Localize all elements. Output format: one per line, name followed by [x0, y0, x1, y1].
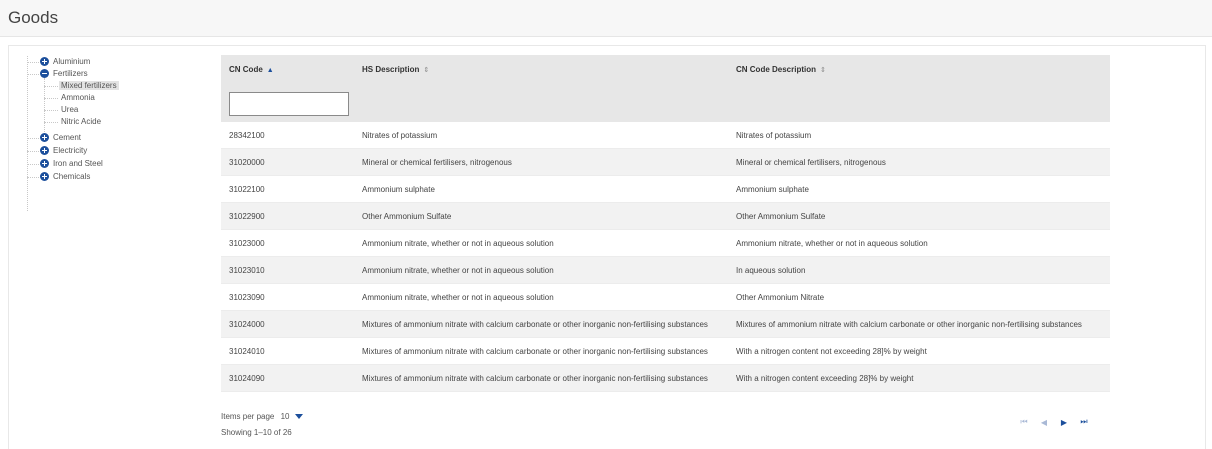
cn-code-filter-input[interactable]	[229, 92, 349, 116]
cn-code-cell: 31020000	[229, 157, 265, 167]
cn-code-description-cell: With a nitrogen content not exceeding 28…	[736, 346, 927, 356]
goods-table: CN Code ▲ HS Description ⇕ CN Code Descrip…	[221, 55, 1110, 392]
first-page-icon[interactable]: ⏮	[1014, 416, 1034, 428]
dropdown-caret-icon[interactable]	[294, 414, 303, 420]
table-header: CN Code ▲ HS Description ⇕ CN Code Descrip…	[221, 55, 1110, 122]
expand-icon[interactable]	[40, 57, 49, 66]
sort-icon[interactable]: ⇕	[820, 67, 826, 74]
cn-code-description-cell: Other Ammonium Sulfate	[736, 211, 826, 221]
cn-code-description-cell: Nitrates of potassium	[736, 130, 812, 140]
hs-description-cell: Mixtures of ammonium nitrate with calciu…	[362, 346, 708, 356]
cn-code-description-cell: Mixtures of ammonium nitrate with calciu…	[736, 319, 1082, 329]
cn-code-cell: 31024090	[229, 373, 265, 383]
table-row[interactable]: 31022900 Other Ammonium Sulfate Other Am…	[221, 203, 1110, 230]
hs-description-cell: Nitrates of potassium	[362, 130, 438, 140]
items-per-page-select[interactable]: 10	[281, 412, 290, 421]
sort-icon[interactable]: ⇕	[423, 67, 429, 74]
hs-description-cell: Mixtures of ammonium nitrate with calciu…	[362, 319, 708, 329]
column-header-hs-description[interactable]: HS Description ⇕	[362, 65, 429, 74]
table-row[interactable]: 31024010 Mixtures of ammonium nitrate wi…	[221, 338, 1110, 365]
cn-code-cell: 31023010	[229, 265, 265, 275]
next-page-icon[interactable]: ▶	[1054, 416, 1074, 428]
showing-count: Showing 1–10 of 26	[221, 428, 292, 437]
cn-code-description-cell: With a nitrogen content exceeding 28]% b…	[736, 373, 914, 383]
table-footer: Items per page 10 Showing 1–10 of 26 ⏮ ◀…	[221, 409, 1110, 444]
cn-code-cell: 28342100	[229, 130, 265, 140]
tree-subnode-label[interactable]: Nitric Acide	[61, 117, 101, 126]
cn-code-cell: 31022100	[229, 184, 265, 194]
tree-node-label[interactable]: Fertilizers	[53, 69, 88, 78]
items-per-page: Items per page 10	[221, 412, 303, 421]
cn-code-description-cell: Other Ammonium Nitrate	[736, 292, 825, 302]
cn-code-description-cell: Mineral or chemical fertilisers, nitroge…	[736, 157, 886, 167]
table-row[interactable]: 31024090 Mixtures of ammonium nitrate wi…	[221, 365, 1110, 392]
table-row[interactable]: 31022100 Ammonium sulphate Ammonium sulp…	[221, 176, 1110, 203]
cn-code-cell: 31023000	[229, 238, 265, 248]
table-row[interactable]: 31024000 Mixtures of ammonium nitrate wi…	[221, 311, 1110, 338]
cn-code-cell: 31024010	[229, 346, 265, 356]
collapse-icon[interactable]	[40, 69, 49, 78]
tree-node-label[interactable]: Cement	[53, 133, 81, 142]
tree-subnode-label[interactable]: Ammonia	[61, 93, 95, 102]
cn-code-description-cell: In aqueous solution	[736, 265, 806, 275]
tree-node-label[interactable]: Aluminium	[53, 57, 90, 66]
tree-subnode-label[interactable]: Urea	[61, 105, 78, 114]
hs-description-cell: Ammonium nitrate, whether or not in aque…	[362, 238, 554, 248]
cn-code-cell: 31023090	[229, 292, 265, 302]
column-header-cn-code-description[interactable]: CN Code Description ⇕	[736, 65, 826, 74]
table-row[interactable]: 31020000 Mineral or chemical fertilisers…	[221, 149, 1110, 176]
expand-icon[interactable]	[40, 133, 49, 142]
cn-code-description-cell: Ammonium nitrate, whether or not in aque…	[736, 238, 928, 248]
page-header: Goods	[0, 0, 1212, 37]
table-row[interactable]: 31023090 Ammonium nitrate, whether or no…	[221, 284, 1110, 311]
hs-description-cell: Ammonium nitrate, whether or not in aque…	[362, 292, 554, 302]
expand-icon[interactable]	[40, 159, 49, 168]
expand-icon[interactable]	[40, 172, 49, 181]
items-per-page-label: Items per page	[221, 412, 275, 421]
cn-code-description-cell: Ammonium sulphate	[736, 184, 809, 194]
hs-description-cell: Mixtures of ammonium nitrate with calciu…	[362, 373, 708, 383]
hs-description-cell: Ammonium sulphate	[362, 184, 435, 194]
tree-node-label[interactable]: Electricity	[53, 146, 87, 155]
table-row[interactable]: 31023000 Ammonium nitrate, whether or no…	[221, 230, 1110, 257]
pagination: ⏮ ◀ ▶ ⏭	[1014, 416, 1094, 428]
hs-description-cell: Other Ammonium Sulfate	[362, 211, 452, 221]
table-row[interactable]: 31023010 Ammonium nitrate, whether or no…	[221, 257, 1110, 284]
cn-code-cell: 31024000	[229, 319, 265, 329]
table-row[interactable]: 28342100 Nitrates of potassium Nitrates …	[221, 122, 1110, 149]
previous-page-icon[interactable]: ◀	[1034, 416, 1054, 428]
tree-node-label[interactable]: Iron and Steel	[53, 159, 103, 168]
column-header-cn-code[interactable]: CN Code ▲	[229, 65, 274, 74]
expand-icon[interactable]	[40, 146, 49, 155]
last-page-icon[interactable]: ⏭	[1074, 416, 1094, 428]
sort-ascending-icon[interactable]: ▲	[267, 67, 274, 74]
tree-node-label[interactable]: Chemicals	[53, 172, 90, 181]
page-title: Goods	[8, 8, 59, 27]
category-tree: Aluminium Fertilizers Mixed fertilizers …	[20, 56, 180, 218]
hs-description-cell: Mineral or chemical fertilisers, nitroge…	[362, 157, 512, 167]
cn-code-cell: 31022900	[229, 211, 265, 221]
tree-subnode-label[interactable]: Mixed fertilizers	[59, 81, 119, 90]
hs-description-cell: Ammonium nitrate, whether or not in aque…	[362, 265, 554, 275]
